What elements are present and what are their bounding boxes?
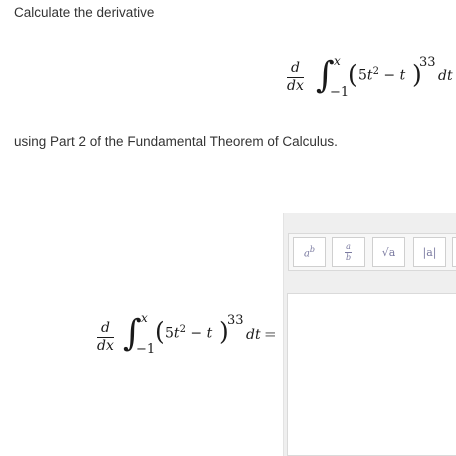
differential: dt [438, 68, 453, 84]
prompt-text-2: using Part 2 of the Fundamental Theorem … [14, 134, 338, 149]
differential-2: dt [246, 327, 261, 343]
upper-limit-2: x [141, 311, 148, 325]
math-toolbar: abab a b √a |a| [288, 233, 456, 271]
fraction-button[interactable]: a b [332, 237, 365, 267]
sqrt-button[interactable]: √a [372, 237, 405, 267]
abs-icon: |a| [422, 245, 437, 259]
integrand-2: 5t2 − t [165, 324, 213, 342]
outer-exponent-2: 33 [227, 313, 244, 328]
outer-exponent: 33 [419, 55, 436, 70]
power-icon: abab [303, 244, 316, 260]
answer-input[interactable] [287, 293, 456, 456]
fraction-icon: a b [345, 241, 352, 262]
more-button[interactable] [452, 237, 456, 267]
derivative-operator: d dx [287, 60, 304, 94]
sqrt-icon: √a [381, 245, 396, 259]
lower-limit-2: −1 [136, 342, 156, 357]
equals-sign: = [264, 325, 277, 343]
integrand: 5t2 − t [358, 66, 406, 84]
lower-limit: −1 [330, 85, 350, 100]
upper-limit: x [334, 54, 341, 68]
prompt-text: Calculate the derivative [14, 5, 155, 20]
derivative-operator-2: d dx [97, 320, 114, 354]
power-button[interactable]: abab [293, 237, 326, 267]
equation-editor: abab a b √a |a| [283, 213, 456, 456]
abs-button[interactable]: |a| [413, 237, 446, 267]
